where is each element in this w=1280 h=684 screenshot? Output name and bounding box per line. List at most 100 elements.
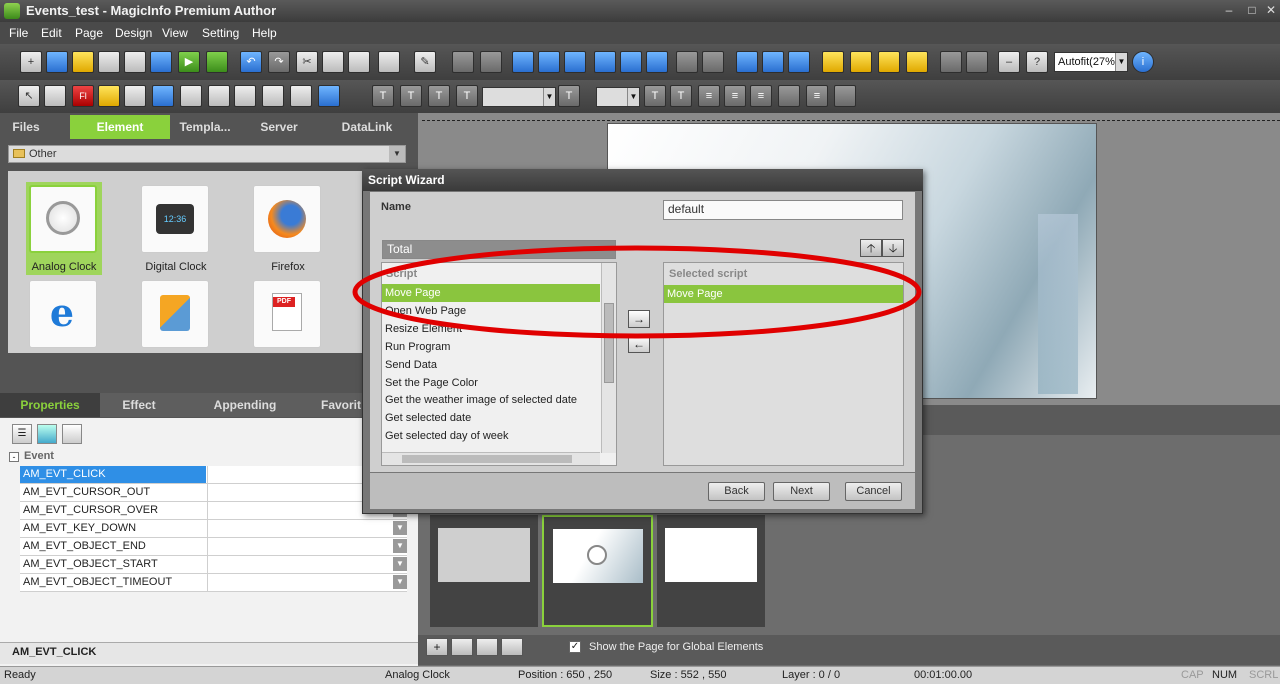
chevron-down-icon[interactable]: ▼	[393, 539, 407, 553]
script-item[interactable]: Get selected date	[382, 409, 600, 427]
text-valign-bottom-icon[interactable]	[834, 85, 856, 107]
event-row[interactable]: AM_EVT_CURSOR_OVER▼	[20, 502, 407, 520]
send-backward-icon[interactable]	[906, 51, 928, 73]
copy-icon[interactable]	[322, 51, 344, 73]
tab-datalink[interactable]: DataLink	[332, 115, 402, 139]
new-page-icon[interactable]	[46, 51, 68, 73]
open-folder-icon[interactable]	[72, 51, 94, 73]
group-icon[interactable]	[452, 51, 474, 73]
tab-files[interactable]: Files	[0, 115, 52, 139]
bring-forward-icon[interactable]	[878, 51, 900, 73]
media-icon[interactable]	[152, 85, 174, 107]
script-item[interactable]: Send Data	[382, 356, 600, 374]
add-page-icon[interactable]: +	[426, 638, 448, 656]
menu-file[interactable]: File	[9, 26, 28, 40]
image-icon[interactable]	[98, 85, 120, 107]
text-shadow-icon[interactable]: T	[644, 85, 666, 107]
element-internet-explorer[interactable]: e	[29, 280, 97, 348]
text-strike-icon[interactable]: T	[456, 85, 478, 107]
video-icon[interactable]	[124, 85, 146, 107]
event-row[interactable]: AM_EVT_OBJECT_START ▼	[20, 556, 407, 574]
event-row[interactable]: AM_EVT_CLICK	[20, 466, 407, 484]
text-underline-icon[interactable]: T	[428, 85, 450, 107]
name-field[interactable]: default	[663, 200, 903, 220]
same-width-icon[interactable]	[736, 51, 758, 73]
tab-effect[interactable]: Effect	[104, 393, 174, 417]
script-item[interactable]: Set the Page Color	[382, 374, 600, 392]
table-icon[interactable]	[234, 85, 256, 107]
text-align-right-icon[interactable]: ≡	[750, 85, 772, 107]
text-italic-icon[interactable]: T	[400, 85, 422, 107]
menu-setting[interactable]: Setting	[202, 26, 239, 40]
paste-icon[interactable]	[348, 51, 370, 73]
menu-page[interactable]: Page	[75, 26, 103, 40]
align-middle-icon[interactable]	[620, 51, 642, 73]
menu-edit[interactable]: Edit	[41, 26, 62, 40]
clock-icon[interactable]	[290, 85, 312, 107]
distribute-v-icon[interactable]	[702, 51, 724, 73]
event-row[interactable]: AM_EVT_OBJECT_END ▼	[20, 538, 407, 556]
menu-design[interactable]: Design	[115, 26, 152, 40]
font-size-select[interactable]: ▼	[596, 87, 640, 107]
palette-icon[interactable]	[180, 85, 202, 107]
save-icon[interactable]	[98, 51, 120, 73]
align-right-icon[interactable]	[564, 51, 586, 73]
minimize-button[interactable]: –	[1220, 2, 1238, 18]
align-center-icon[interactable]	[538, 51, 560, 73]
redo-icon[interactable]: ↷	[268, 51, 290, 73]
element-category-select[interactable]: Other ▼	[8, 145, 406, 163]
tab-template[interactable]: Templa...	[170, 115, 240, 139]
snap-icon[interactable]	[966, 51, 988, 73]
element-firefox[interactable]	[253, 185, 321, 253]
web-icon[interactable]	[318, 85, 340, 107]
distribute-h-icon[interactable]	[676, 51, 698, 73]
zoom-help-icon[interactable]: ?	[1026, 51, 1048, 73]
ungroup-icon[interactable]	[480, 51, 502, 73]
same-height-icon[interactable]	[762, 51, 784, 73]
zoom-select[interactable]: Autofit(27% ▼	[1054, 52, 1128, 72]
info-icon[interactable]: i	[1132, 51, 1154, 73]
event-value[interactable]: ▼	[207, 520, 407, 537]
delete-page-icon[interactable]	[451, 638, 473, 656]
script-list-hscrollbar[interactable]	[382, 452, 600, 465]
show-global-checkbox[interactable]: ✓	[569, 641, 581, 653]
tab-properties[interactable]: Properties	[0, 393, 100, 417]
close-button[interactable]: ✕	[1262, 2, 1280, 18]
chevron-down-icon[interactable]: ▼	[393, 521, 407, 535]
bring-front-icon[interactable]	[822, 51, 844, 73]
event-row[interactable]: AM_EVT_KEY_DOWN ▼	[20, 520, 407, 538]
cut-icon[interactable]: ✂	[296, 51, 318, 73]
tab-appending[interactable]: Appending	[200, 393, 290, 417]
pointer-icon[interactable]: ↖	[18, 85, 40, 107]
collapse-icon[interactable]: -	[9, 452, 19, 462]
element-digital-clock[interactable]: 12:36	[141, 185, 209, 253]
page-thumbnail[interactable]	[542, 515, 653, 627]
flash-icon[interactable]: Fl	[72, 85, 94, 107]
event-value[interactable]: ▼	[207, 538, 407, 555]
event-value[interactable]: ▼	[207, 574, 407, 591]
paste-page-icon[interactable]	[501, 638, 523, 656]
new-icon[interactable]: +	[20, 51, 42, 73]
chart-icon[interactable]	[62, 424, 82, 444]
text-align-left-icon[interactable]: ≡	[698, 85, 720, 107]
grid-icon[interactable]	[940, 51, 962, 73]
event-row[interactable]: AM_EVT_CURSOR_OUT	[20, 484, 407, 502]
align-left-icon[interactable]	[512, 51, 534, 73]
page-thumbnail[interactable]	[657, 515, 765, 627]
tab-server[interactable]: Server	[250, 115, 308, 139]
script-item[interactable]: Get selected day of week	[382, 427, 600, 445]
undo-icon[interactable]: ↶	[240, 51, 262, 73]
play-icon[interactable]: ▶	[178, 51, 200, 73]
categorized-icon[interactable]: ☰	[12, 424, 32, 444]
font-select[interactable]: ▼	[482, 87, 556, 107]
film-icon[interactable]	[262, 85, 284, 107]
next-button[interactable]: Next	[773, 482, 830, 501]
chevron-down-icon[interactable]: ▼	[393, 557, 407, 571]
script-item[interactable]: Get the weather image of selected date	[382, 391, 600, 409]
event-value[interactable]: ▼	[207, 556, 407, 573]
text-valign-top-icon[interactable]	[778, 85, 800, 107]
text-valign-middle-icon[interactable]: ≡	[806, 85, 828, 107]
element-analog-clock[interactable]	[29, 185, 97, 253]
copy-page-icon[interactable]	[476, 638, 498, 656]
maximize-button[interactable]: □	[1243, 2, 1261, 18]
